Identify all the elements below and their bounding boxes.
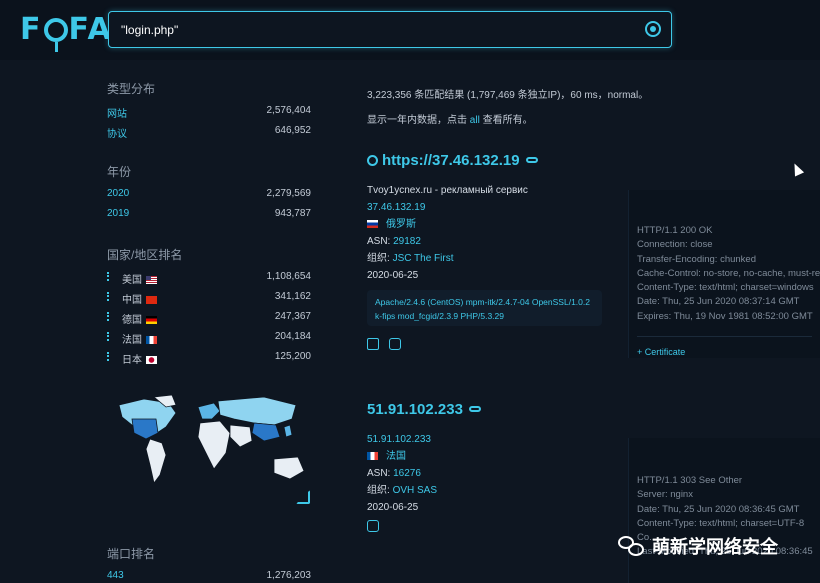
jp-flag-icon xyxy=(146,356,157,364)
cube-icon[interactable] xyxy=(389,338,401,350)
country-row-us[interactable]: 美国 1,108,654 xyxy=(107,267,311,287)
result-title-2[interactable]: 51.91.102.233 xyxy=(367,401,481,418)
expand-dots-icon[interactable] xyxy=(107,312,109,321)
result-actions-1 xyxy=(367,338,411,353)
top-bar: F FA "login.php" xyxy=(0,0,820,60)
year-row-2019[interactable]: 2019 943,787 xyxy=(107,204,311,224)
cn-flag-icon xyxy=(146,296,157,304)
fullscreen-map-icon[interactable] xyxy=(296,490,310,504)
ru-flag-icon xyxy=(367,220,378,228)
code-icon[interactable] xyxy=(367,338,379,350)
fr-flag-icon xyxy=(367,452,378,460)
link-icon[interactable] xyxy=(468,406,481,412)
result-summary: 3,223,356 条匹配结果 (1,797,469 条独立IP)，60 ms，… xyxy=(367,90,649,101)
mouse-cursor-icon xyxy=(789,161,805,177)
header-panel-1: HTTP/1.1 200 OK Connection: close Transf… xyxy=(628,190,820,358)
port-row-443[interactable]: 443 1,276,203 xyxy=(107,566,311,583)
link-icon[interactable] xyxy=(525,157,538,163)
site-title: Tvoy1ycnex.ru - рекламный сервис xyxy=(367,185,528,196)
filter-sidebar: 类型分布 网站 2,576,404 协议 646,952 年份 2020 2,2… xyxy=(107,80,311,367)
de-flag-icon xyxy=(146,316,157,324)
result-title-1[interactable]: https://37.46.132.19 xyxy=(367,152,538,169)
result-date: 2020-06-25 xyxy=(367,502,419,513)
us-flag-icon xyxy=(146,276,157,284)
result-actions-2 xyxy=(367,520,389,535)
result-info-1: Tvoy1ycnex.ru - рекламный сервис 37.46.1… xyxy=(367,182,528,284)
country-ranking-title: 国家/地区排名 xyxy=(107,248,183,262)
year-row-2020[interactable]: 2020 2,279,569 xyxy=(107,184,311,204)
result-ip[interactable]: 51.91.102.233 xyxy=(367,431,437,448)
port-ranking-section: 端口排名 443 1,276,203 xyxy=(107,545,311,583)
result-asn: ASN: 16276 xyxy=(367,468,421,479)
result-asn: ASN: 29182 xyxy=(367,236,421,247)
type-row-website[interactable]: 网站 2,576,404 xyxy=(107,101,311,121)
fofa-logo[interactable]: F FA xyxy=(20,12,113,52)
result-org: 组织: JSC The First xyxy=(367,253,454,264)
result-org: 组织: OVH SAS xyxy=(367,485,438,496)
country-row-jp[interactable]: 日本 125,200 xyxy=(107,347,311,367)
expand-dots-icon[interactable] xyxy=(107,352,109,361)
type-row-protocol[interactable]: 协议 646,952 xyxy=(107,121,311,141)
search-input[interactable]: "login.php" xyxy=(121,23,178,37)
result-ip[interactable]: 37.46.132.19 xyxy=(367,199,528,216)
country-row-cn[interactable]: 中国 341,162 xyxy=(107,287,311,307)
time-range-note: 显示一年内数据，点击 all 查看所有。 xyxy=(367,115,533,126)
result-country[interactable]: 法国 xyxy=(367,448,437,465)
port-ranking-title: 端口排名 xyxy=(107,547,156,561)
world-map xyxy=(118,394,305,484)
country-row-fr[interactable]: 法国 204,184 xyxy=(107,327,311,347)
certificate-toggle[interactable]: + Certificate xyxy=(637,336,812,358)
wechat-icon xyxy=(618,534,646,558)
show-all-link[interactable]: all xyxy=(470,115,480,126)
expand-dots-icon[interactable] xyxy=(107,272,109,281)
year-title: 年份 xyxy=(107,165,132,179)
fr-flag-icon xyxy=(146,336,157,344)
cube-icon[interactable] xyxy=(367,520,379,532)
search-icon[interactable] xyxy=(645,21,661,37)
result-info-2: 51.91.102.233 法国 ASN: 16276 组织: OVH SAS … xyxy=(367,431,437,516)
search-box[interactable]: "login.php" xyxy=(108,11,672,48)
wechat-watermark: 萌新学网络安全 xyxy=(618,533,778,559)
result-date: 2020-06-25 xyxy=(367,270,419,281)
country-row-de[interactable]: 德国 247,367 xyxy=(107,307,311,327)
type-distribution-title: 类型分布 xyxy=(107,82,156,96)
header-panel-2: HTTP/1.1 303 See Other Server: nginx Dat… xyxy=(628,438,820,583)
globe-icon xyxy=(367,155,378,166)
server-banner[interactable]: Apache/2.4.6 (CentOS) mpm-itk/2.4.7-04 O… xyxy=(367,290,602,326)
expand-dots-icon[interactable] xyxy=(107,292,109,301)
expand-dots-icon[interactable] xyxy=(107,332,109,341)
result-country[interactable]: 俄罗斯 xyxy=(367,216,528,233)
